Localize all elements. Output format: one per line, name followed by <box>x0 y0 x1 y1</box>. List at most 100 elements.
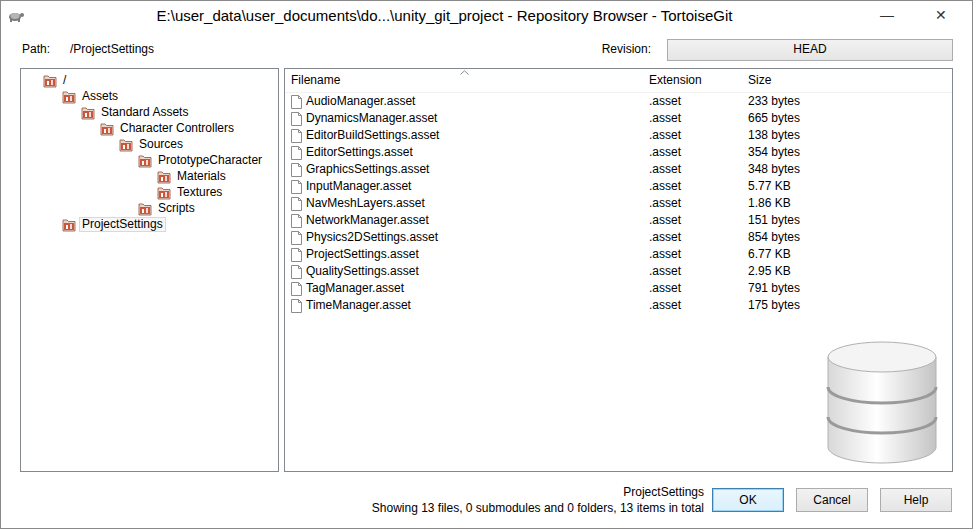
tree-item[interactable]: Scripts <box>138 200 278 216</box>
table-cell: .asset <box>643 179 742 194</box>
file-name: DynamicsManager.asset <box>306 111 437 126</box>
revision-button[interactable]: HEAD <box>667 39 953 61</box>
file-name: NavMeshLayers.asset <box>306 196 425 211</box>
help-button[interactable]: Help <box>880 488 952 512</box>
table-cell: 1.86 KB <box>742 196 952 211</box>
tree-item[interactable]: Materials <box>157 168 278 184</box>
table-row[interactable]: TagManager.asset.asset791 bytes <box>285 280 952 297</box>
table-cell: .asset <box>643 145 742 160</box>
file-size: 138 bytes <box>748 128 800 143</box>
table-cell: .asset <box>643 94 742 109</box>
table-row[interactable]: Physics2DSettings.asset.asset854 bytes <box>285 229 952 246</box>
table-row[interactable]: GraphicsSettings.asset.asset348 bytes <box>285 161 952 178</box>
tree-label[interactable]: Standard Assets <box>98 105 191 120</box>
file-size: 854 bytes <box>748 230 800 245</box>
database-icon <box>824 339 940 465</box>
path-value: /ProjectSettings <box>70 42 154 57</box>
tree-label[interactable]: Textures <box>174 185 225 200</box>
file-size: 354 bytes <box>748 145 800 160</box>
table-row[interactable]: TimeManager.asset .asset 175 bytes <box>285 297 952 314</box>
tree-label[interactable]: PrototypeCharacter <box>155 153 265 168</box>
table-cell: NavMeshLayers.asset <box>285 196 643 211</box>
tree-children: Standard AssetsCharacter ControllersSour… <box>62 104 278 216</box>
file-icon <box>291 129 302 143</box>
folder-tree[interactable]: /AssetsStandard AssetsCharacter Controll… <box>20 68 279 472</box>
tree-item[interactable]: / <box>43 72 278 88</box>
table-row[interactable]: EditorBuildSettings.asset.asset138 bytes <box>285 127 952 144</box>
table-cell: .asset <box>643 264 742 279</box>
tree-item[interactable]: Standard Assets <box>81 104 278 120</box>
window-controls: —✕ <box>864 5 972 27</box>
table-cell: .asset <box>643 111 742 126</box>
tree-label[interactable]: / <box>60 73 69 88</box>
file-name: TimeManager.asset <box>306 298 411 313</box>
close-button[interactable]: ✕ <box>910 5 972 27</box>
tree-label[interactable]: Scripts <box>155 201 198 216</box>
tree-item[interactable]: Assets <box>62 88 278 104</box>
folder-icon <box>138 153 152 168</box>
table-cell: 348 bytes <box>742 162 952 177</box>
tortoise-icon <box>7 9 25 23</box>
column-header-cell[interactable]: Extension <box>643 69 742 92</box>
tree-item[interactable]: Character Controllers <box>100 120 278 136</box>
table-cell: 233 bytes <box>742 94 952 109</box>
file-icon <box>291 180 302 194</box>
table-cell: 6.77 KB <box>742 247 952 262</box>
sort-arrow-icon <box>460 70 469 75</box>
folder-icon <box>62 217 76 232</box>
table-cell: TagManager.asset <box>285 281 643 296</box>
file-size: 233 bytes <box>748 94 800 109</box>
column-title[interactable]: Size <box>748 73 771 88</box>
file-extension: .asset <box>649 298 681 313</box>
tree-label[interactable]: Assets <box>79 89 121 104</box>
column-header-cell[interactable]: Filename <box>285 69 643 92</box>
cancel-button[interactable]: Cancel <box>796 488 868 512</box>
table-row[interactable]: NetworkManager.asset.asset151 bytes <box>285 212 952 229</box>
file-icon <box>291 163 302 177</box>
file-size: 348 bytes <box>748 162 800 177</box>
tree-item[interactable]: ProjectSettings <box>62 216 278 232</box>
tree-label[interactable]: Materials <box>174 169 229 184</box>
file-extension: .asset <box>649 230 681 245</box>
file-size: 151 bytes <box>748 213 800 228</box>
tree-label[interactable]: Sources <box>136 137 186 152</box>
ok-button[interactable]: OK <box>712 488 784 512</box>
table-row[interactable]: DynamicsManager.asset.asset665 bytes <box>285 110 952 127</box>
column-title[interactable]: Extension <box>649 73 702 88</box>
table-row[interactable]: ProjectSettings.asset.asset6.77 KB <box>285 246 952 263</box>
minimize-button[interactable]: — <box>864 5 910 27</box>
tree-children: MaterialsTextures <box>138 168 278 200</box>
table-cell: .asset <box>643 298 742 313</box>
table-cell: 354 bytes <box>742 145 952 160</box>
table-cell: ProjectSettings.asset <box>285 247 643 262</box>
tree-children: AssetsStandard AssetsCharacter Controlle… <box>43 88 278 232</box>
table-row[interactable]: NavMeshLayers.asset.asset1.86 KB <box>285 195 952 212</box>
file-size: 6.77 KB <box>748 247 791 262</box>
file-extension: .asset <box>649 94 681 109</box>
table-row[interactable]: InputManager.asset.asset5.77 KB <box>285 178 952 195</box>
file-size: 2.95 KB <box>748 264 791 279</box>
file-name: InputManager.asset <box>306 179 411 194</box>
column-header-cell[interactable]: Size <box>742 69 952 92</box>
file-size: 175 bytes <box>748 298 800 313</box>
file-icon <box>291 146 302 160</box>
tree-item[interactable]: Sources <box>119 136 278 152</box>
table-row[interactable]: EditorSettings.asset.asset 354 bytes <box>285 144 952 161</box>
table-cell: DynamicsManager.asset <box>285 111 643 126</box>
table-cell: .asset <box>643 281 742 296</box>
tree-item[interactable]: PrototypeCharacter <box>138 152 278 168</box>
table-cell: EditorBuildSettings.asset <box>285 128 643 143</box>
folder-icon <box>138 201 152 216</box>
file-list[interactable]: FilenameExtensionSizeAudioManager.asset.… <box>284 68 953 472</box>
table-row[interactable]: AudioManager.asset.asset233 bytes <box>285 93 952 110</box>
revision-label: Revision: <box>602 42 651 57</box>
folder-icon <box>100 121 114 136</box>
tree-label[interactable]: Character Controllers <box>117 121 237 136</box>
tree-label[interactable]: ProjectSettings <box>79 217 166 232</box>
table-cell: InputManager.asset <box>285 179 643 194</box>
dialog-buttons: OK Cancel Help <box>712 488 952 512</box>
table-cell: EditorSettings.asset <box>285 145 643 160</box>
tree-item[interactable]: Textures <box>157 184 278 200</box>
column-title[interactable]: Filename <box>291 73 340 88</box>
table-row[interactable]: QualitySettings.asset.asset2.95 KB <box>285 263 952 280</box>
